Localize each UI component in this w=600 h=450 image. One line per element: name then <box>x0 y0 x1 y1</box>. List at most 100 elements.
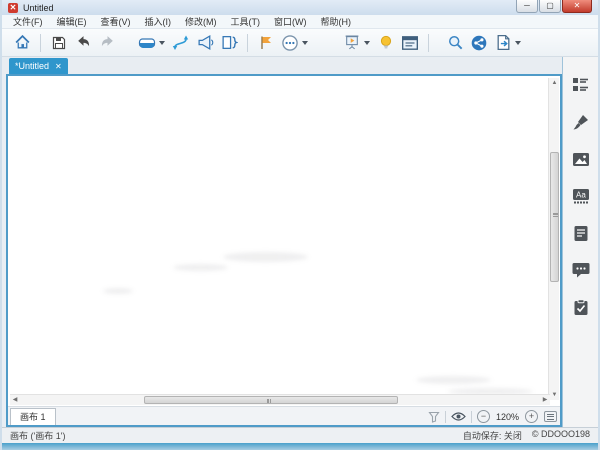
canvas-smudge <box>103 288 133 294</box>
summary-button[interactable] <box>217 31 241 55</box>
sidebar-item-note[interactable] <box>569 221 593 245</box>
callout-button[interactable] <box>193 31 217 55</box>
picture-icon <box>572 152 589 166</box>
vertical-scrollbar[interactable]: ▲ ▼ <box>548 78 559 400</box>
lightbulb-icon <box>380 35 392 49</box>
presentation-dropdown-caret[interactable] <box>364 40 370 45</box>
flag-marker-button[interactable] <box>254 31 278 55</box>
brainstorming-button[interactable] <box>374 31 398 55</box>
window-bottom-edge <box>2 443 598 450</box>
share-icon <box>471 35 487 50</box>
app-logo-icon: ✕ <box>8 2 18 13</box>
menu-file[interactable]: 文件(F) <box>6 15 50 29</box>
export-icon <box>497 34 509 51</box>
topic-dropdown-caret[interactable] <box>159 40 165 45</box>
more-markers-button[interactable] <box>278 31 302 55</box>
scroll-down-icon[interactable]: ▼ <box>549 390 560 400</box>
sidebar-item-task[interactable] <box>569 295 593 319</box>
scroll-up-icon[interactable]: ▲ <box>549 78 560 88</box>
status-canvas-name: 画布 ('画布 1') <box>10 431 66 441</box>
callout-megaphone-icon <box>197 35 213 50</box>
titlebar: ✕ Untitled ─ ▢ ✕ <box>2 0 598 15</box>
search-button[interactable] <box>443 31 467 55</box>
right-sidebar: Aa <box>562 57 598 427</box>
canvas-smudge <box>223 252 308 262</box>
font-icon: Aa <box>572 189 589 204</box>
sidebar-item-format[interactable] <box>569 110 593 134</box>
comment-icon <box>572 263 589 278</box>
save-icon <box>52 36 66 49</box>
maximize-button[interactable]: ▢ <box>539 0 561 13</box>
presentation-button[interactable] <box>340 31 364 55</box>
sidebar-item-font[interactable]: Aa <box>569 184 593 208</box>
outline-icon <box>572 78 588 91</box>
share-button[interactable] <box>467 31 491 55</box>
sidebar-item-outline[interactable] <box>569 73 593 97</box>
sidebar-item-picture[interactable] <box>569 147 593 171</box>
zoom-out-button[interactable]: − <box>476 410 490 423</box>
statusbar: 画布 ('画布 1') 自动保存: 关闭 © DDOOO198 <box>2 427 598 443</box>
topic-shape-icon <box>138 37 156 48</box>
zoom-in-button[interactable]: + <box>525 410 538 423</box>
export-dropdown-caret[interactable] <box>515 40 521 45</box>
canvas-sheet-label: 画布 1 <box>20 412 46 422</box>
redo-button[interactable] <box>95 31 119 55</box>
fit-page-icon[interactable] <box>544 411 557 422</box>
minimize-button[interactable]: ─ <box>516 0 538 13</box>
menu-tools[interactable]: 工具(T) <box>224 15 268 29</box>
menubar: 文件(F) 编辑(E) 查看(V) 插入(I) 修改(M) 工具(T) 窗口(W… <box>2 15 598 29</box>
drawing-canvas[interactable]: ▲ ▼ ◀ ▶ 画布 1 − 120% + <box>6 74 562 427</box>
menu-insert[interactable]: 插入(I) <box>138 15 179 29</box>
export-button[interactable] <box>491 31 515 55</box>
zoom-level[interactable]: 120% <box>496 412 519 422</box>
relationship-button[interactable] <box>169 31 193 55</box>
notes-window-icon <box>402 35 418 50</box>
horizontal-scroll-thumb[interactable] <box>144 396 398 404</box>
filter-funnel-icon[interactable] <box>428 411 440 423</box>
home-button[interactable] <box>10 31 34 55</box>
canvas-tabbar: 画布 1 − 120% + <box>8 406 560 425</box>
menu-view[interactable]: 查看(V) <box>94 15 138 29</box>
sidebar-item-comment[interactable] <box>569 258 593 282</box>
notes-window-button[interactable] <box>398 31 422 55</box>
save-button[interactable] <box>47 31 71 55</box>
window-title: Untitled <box>23 2 54 13</box>
svg-text:Aa: Aa <box>576 191 586 200</box>
eye-icon[interactable] <box>451 411 466 422</box>
app-window: ✕ Untitled ─ ▢ ✕ 文件(F) 编辑(E) 查看(V) 插入(I)… <box>0 0 600 450</box>
toolbar-separator <box>40 33 41 52</box>
canvas-smudge <box>416 376 491 384</box>
scroll-left-icon[interactable]: ◀ <box>10 395 20 406</box>
relationship-icon <box>172 35 189 50</box>
topic-button[interactable] <box>135 31 159 55</box>
horizontal-scrollbar[interactable]: ◀ ▶ <box>10 394 550 405</box>
menu-modify[interactable]: 修改(M) <box>178 15 224 29</box>
tab-untitled[interactable]: *Untitled ✕ <box>9 58 68 74</box>
summary-brace-icon <box>221 36 238 49</box>
menu-help[interactable]: 帮助(H) <box>314 15 359 29</box>
canvas-sheet-tab[interactable]: 画布 1 <box>10 407 56 425</box>
document-tabbar: *Untitled ✕ <box>2 57 598 74</box>
window-controls: ─ ▢ ✕ <box>515 0 592 13</box>
status-autosave: 自动保存: 关闭 <box>462 431 522 441</box>
home-icon <box>15 34 29 49</box>
redo-icon <box>101 36 113 47</box>
undo-icon <box>77 36 89 47</box>
search-icon <box>448 36 462 50</box>
undo-button[interactable] <box>71 31 95 55</box>
vertical-scroll-thumb[interactable] <box>550 152 559 282</box>
flag-icon <box>261 36 271 49</box>
note-icon <box>574 225 587 241</box>
toolbar <box>2 29 598 57</box>
task-clipboard-icon <box>574 298 587 315</box>
status-copyright: © DDOOO198 <box>531 429 590 439</box>
canvas-smudge <box>173 264 228 271</box>
ellipsis-circle-icon <box>282 34 298 51</box>
zoom-controls: − 120% + <box>428 407 557 426</box>
markers-dropdown-caret[interactable] <box>302 40 308 45</box>
tab-close-icon[interactable]: ✕ <box>55 62 62 71</box>
menu-window[interactable]: 窗口(W) <box>267 15 314 29</box>
menu-edit[interactable]: 编辑(E) <box>50 15 94 29</box>
close-button[interactable]: ✕ <box>562 0 592 13</box>
scroll-right-icon[interactable]: ▶ <box>540 395 550 406</box>
